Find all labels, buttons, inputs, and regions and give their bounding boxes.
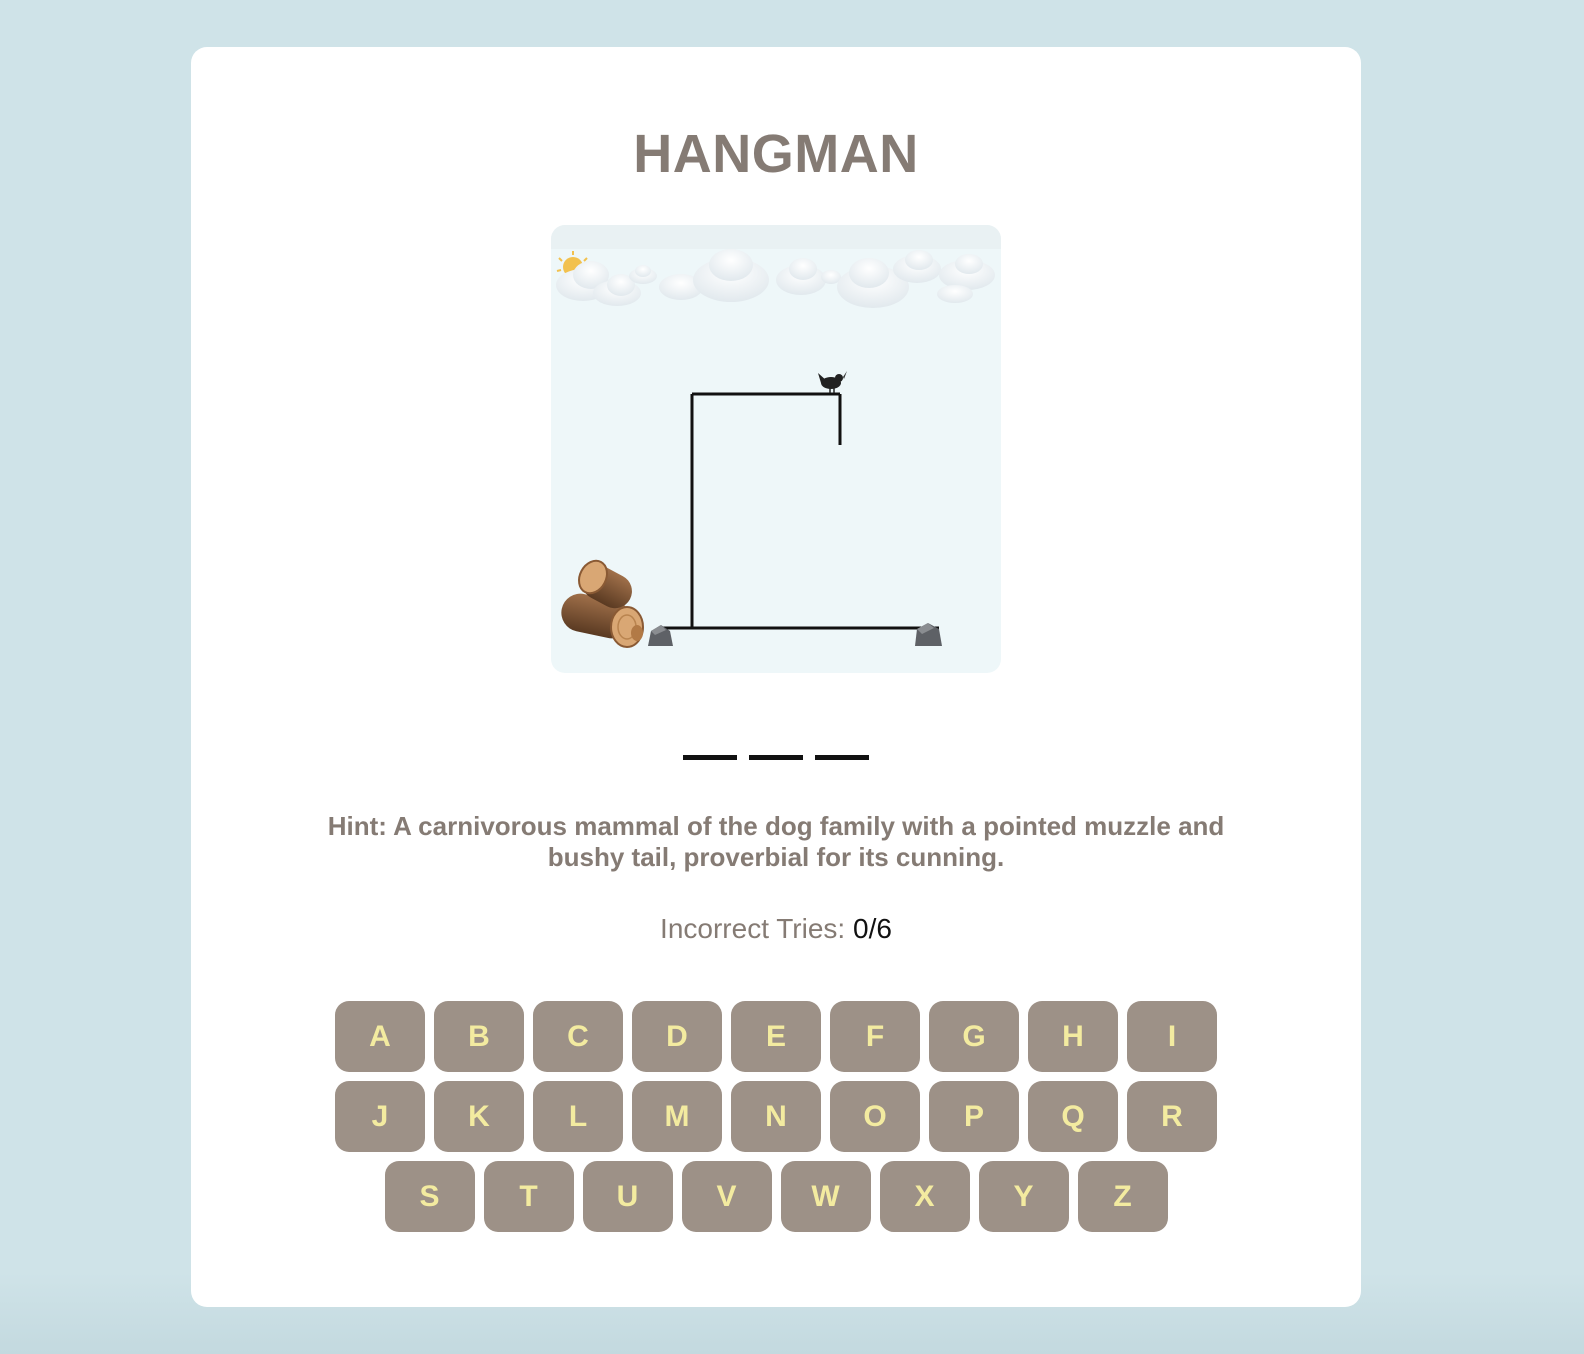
key-n[interactable]: N — [731, 1081, 821, 1152]
key-j[interactable]: J — [335, 1081, 425, 1152]
bird-icon — [818, 371, 847, 393]
key-e[interactable]: E — [731, 1001, 821, 1072]
cloud-icon — [556, 249, 995, 308]
hangman-scene — [551, 225, 1001, 673]
letter-blank — [749, 755, 803, 760]
letter-keyboard: A B C D E F G H I J K L M N O P Q R S T … — [328, 1001, 1224, 1232]
key-z[interactable]: Z — [1077, 1161, 1168, 1232]
incorrect-tries-count: 0/6 — [853, 913, 892, 944]
incorrect-tries: Incorrect Tries: 0/6 — [191, 913, 1361, 945]
game-card: HANGMAN Hint: A carnivorous mammal of th… — [191, 47, 1361, 1307]
key-a[interactable]: A — [335, 1001, 425, 1072]
log-icon — [561, 559, 644, 648]
key-d[interactable]: D — [632, 1001, 722, 1072]
key-r[interactable]: R — [1127, 1081, 1217, 1152]
incorrect-tries-label: Incorrect Tries: — [660, 913, 846, 944]
key-o[interactable]: O — [830, 1081, 920, 1152]
key-v[interactable]: V — [681, 1161, 772, 1232]
word-display — [191, 755, 1361, 760]
key-f[interactable]: F — [830, 1001, 920, 1072]
key-m[interactable]: M — [632, 1081, 722, 1152]
key-b[interactable]: B — [434, 1001, 524, 1072]
key-p[interactable]: P — [929, 1081, 1019, 1152]
key-k[interactable]: K — [434, 1081, 524, 1152]
key-s[interactable]: S — [384, 1161, 475, 1232]
key-u[interactable]: U — [582, 1161, 673, 1232]
key-l[interactable]: L — [533, 1081, 623, 1152]
key-t[interactable]: T — [483, 1161, 574, 1232]
key-q[interactable]: Q — [1028, 1081, 1118, 1152]
key-y[interactable]: Y — [978, 1161, 1069, 1232]
key-i[interactable]: I — [1127, 1001, 1217, 1072]
game-title: HANGMAN — [633, 124, 919, 184]
key-h[interactable]: H — [1028, 1001, 1118, 1072]
letter-blank — [683, 755, 737, 760]
hint-text: Hint: A carnivorous mammal of the dog fa… — [327, 811, 1225, 872]
gallows — [663, 392, 939, 630]
key-g[interactable]: G — [929, 1001, 1019, 1072]
key-w[interactable]: W — [780, 1161, 871, 1232]
letter-blank — [815, 755, 869, 760]
key-c[interactable]: C — [533, 1001, 623, 1072]
key-x[interactable]: X — [879, 1161, 970, 1232]
hangman-drawing — [551, 225, 1001, 648]
